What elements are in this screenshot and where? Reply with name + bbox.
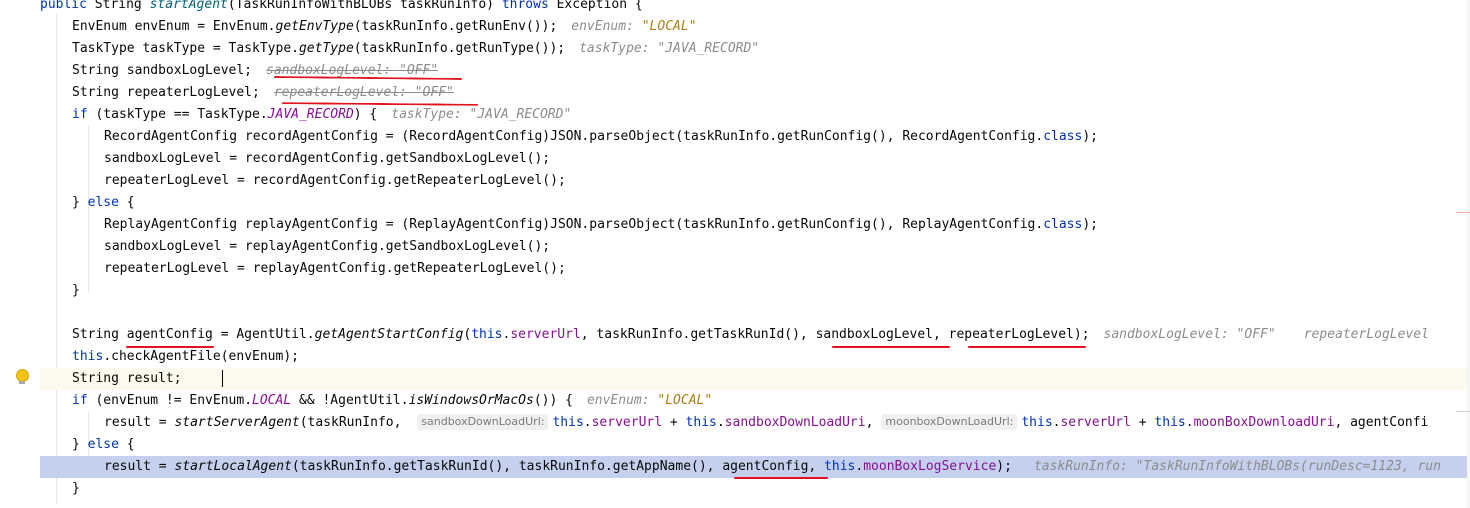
code-line-20[interactable]: } else { — [40, 434, 1470, 456]
editor-gutter[interactable] — [0, 0, 40, 508]
code-line-2[interactable]: TaskType taskType = TaskType.getType(tas… — [40, 38, 1470, 60]
code-line-19[interactable]: result = startServerAgent(taskRunInfo, s… — [40, 412, 1470, 434]
code-line-18[interactable]: if (envEnum != EnvEnum.LOCAL && !AgentUt… — [40, 390, 1470, 412]
red-annotation-underline — [968, 346, 1086, 348]
inline-value-hint: taskType: "JAVA_RECORD" — [579, 41, 760, 56]
code-line-15[interactable]: String agentConfig = AgentUtil.getAgentS… — [40, 324, 1470, 346]
code-line-16[interactable]: this.checkAgentFile(envEnum); — [40, 346, 1470, 368]
parameter-name-hint: sandboxDownLoadUrl: — [417, 414, 549, 430]
inline-value-hint: taskType: "JAVA_RECORD" — [391, 107, 572, 122]
code-line-4[interactable]: String repeaterLogLevel; repeaterLogLevel… — [40, 82, 1470, 104]
code-line-13[interactable]: } — [40, 280, 1470, 302]
inline-value-hint: envEnum: "LOCAL" — [586, 393, 713, 408]
error-stripe-marker[interactable] — [1456, 212, 1470, 213]
code-line-6[interactable]: RecordAgentConfig recordAgentConfig = (R… — [40, 126, 1470, 148]
code-line-10[interactable]: ReplayAgentConfig replayAgentConfig = (R… — [40, 214, 1470, 236]
code-line-1[interactable]: EnvEnum envEnum = EnvEnum.getEnvType(tas… — [40, 16, 1470, 38]
inline-value-hint: repeaterLogLevel — [1303, 327, 1429, 342]
code-line-12[interactable]: repeaterLogLevel = replayAgentConfig.get… — [40, 258, 1470, 280]
red-annotation-underline — [832, 346, 950, 348]
code-line-17[interactable]: String result; — [40, 368, 1470, 390]
inline-value-hint: sandboxLogLevel: "OFF" — [1103, 327, 1276, 342]
lightbulb-base — [19, 381, 25, 384]
code-editor[interactable]: public String startAgent(TaskRunInfoWith… — [40, 0, 1470, 508]
parameter-name-hint: moonboxDownLoadUrl: — [881, 414, 1018, 430]
error-stripe-marker[interactable] — [1456, 411, 1470, 412]
code-line-8[interactable]: repeaterLogLevel = recordAgentConfig.get… — [40, 170, 1470, 192]
text-caret — [222, 370, 223, 387]
code-line-7[interactable]: sandboxLogLevel = recordAgentConfig.getS… — [40, 148, 1470, 170]
red-annotation-underline — [734, 477, 828, 479]
code-line-22[interactable]: } — [40, 478, 1470, 500]
code-line-11[interactable]: sandboxLogLevel = replayAgentConfig.getS… — [40, 236, 1470, 258]
code-line-0[interactable]: public String startAgent(TaskRunInfoWith… — [40, 0, 1470, 16]
red-annotation-underline — [126, 346, 214, 348]
code-line-3[interactable]: String sandboxLogLevel; sandboxLogLevel: … — [40, 60, 1470, 82]
code-line-5[interactable]: if (taskType == TaskType.JAVA_RECORD) {t… — [40, 104, 1470, 126]
inline-value-hint: repeaterLogLevel: "OFF" — [273, 85, 454, 100]
inline-value-hint: envEnum: "LOCAL" — [571, 19, 697, 34]
inline-value-hint: taskRunInfo: "TaskRunInfoWithBLOBs(runDe… — [1033, 459, 1441, 474]
code-line-21-execution-point[interactable]: result = startLocalAgent(taskRunInfo.get… — [40, 456, 1470, 478]
code-line-9[interactable]: } else { — [40, 192, 1470, 214]
